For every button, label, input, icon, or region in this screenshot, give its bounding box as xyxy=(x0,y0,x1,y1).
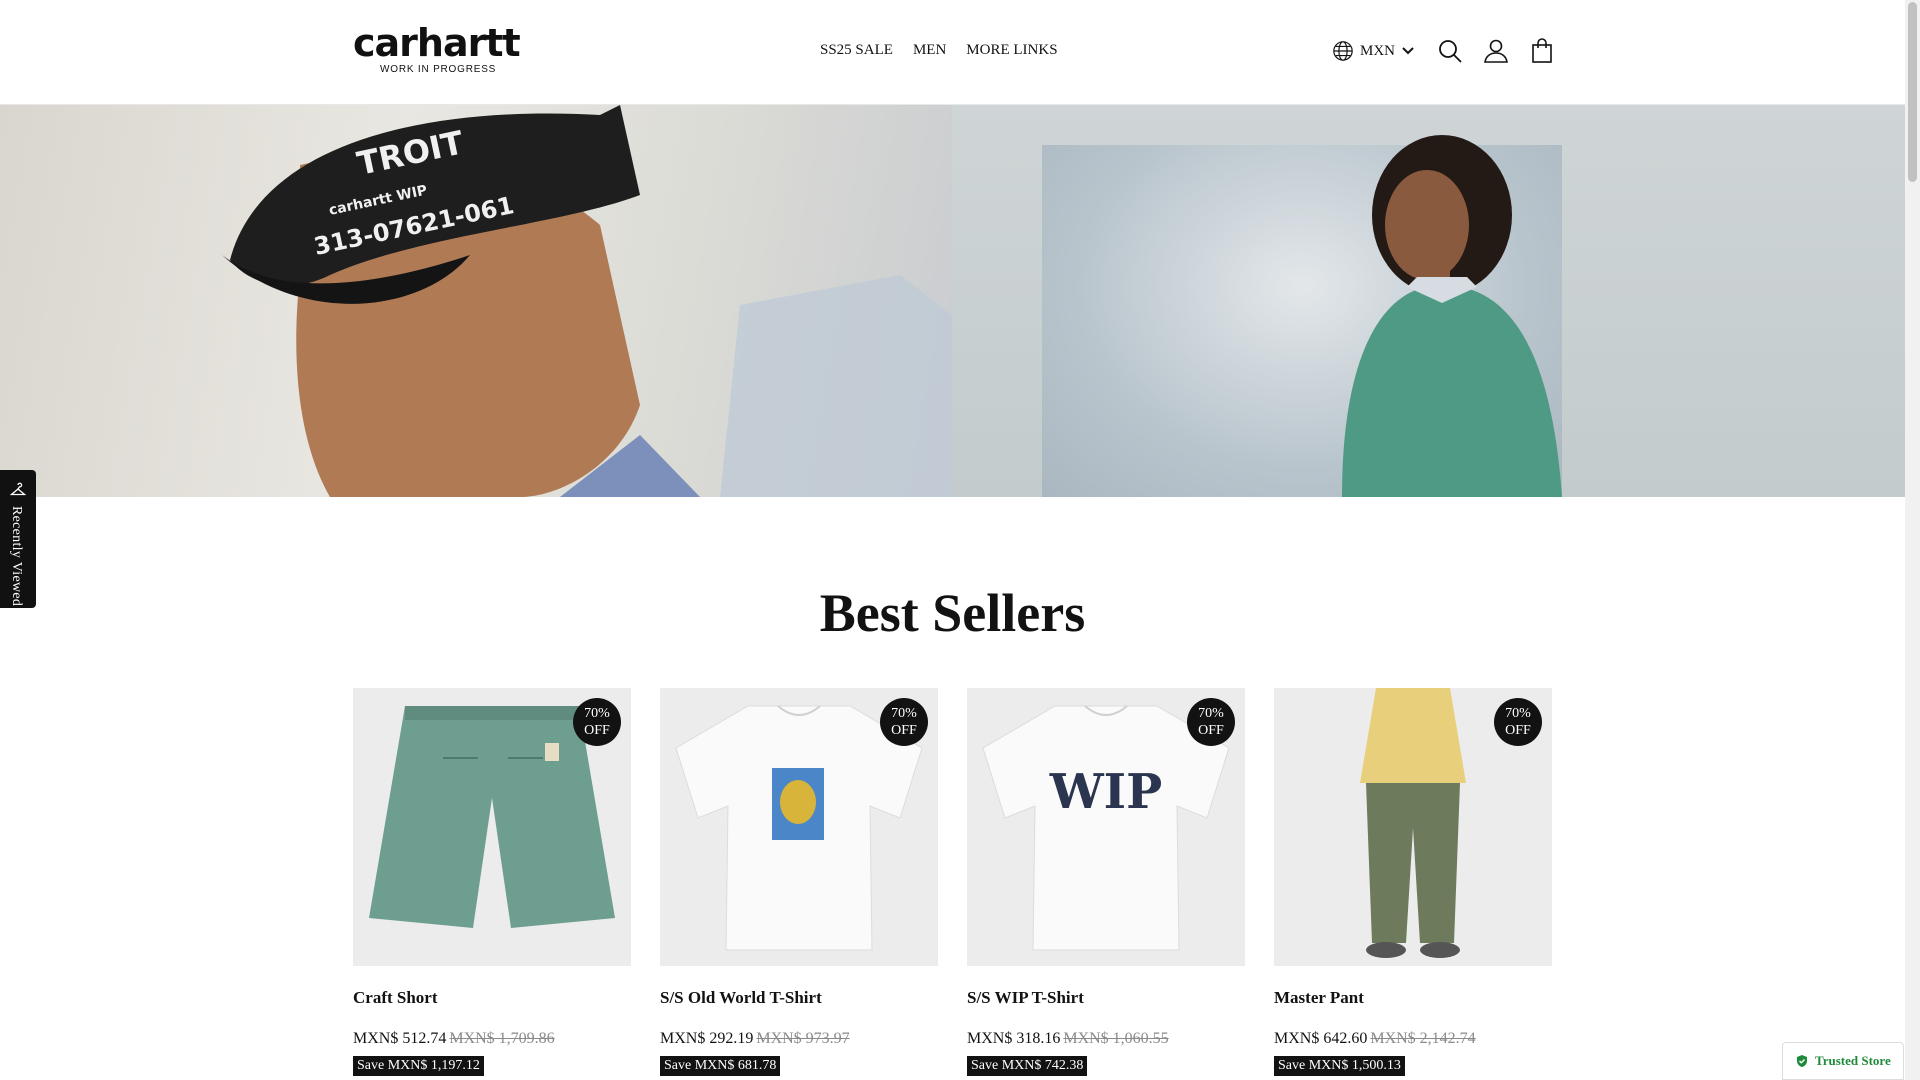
product-image[interactable]: 70% OFF xyxy=(1274,688,1552,966)
sale-price: MXN$ 292.19 xyxy=(660,1030,754,1047)
compare-price: MXN$ 1,060.55 xyxy=(1063,1030,1169,1047)
product-name[interactable]: Craft Short xyxy=(353,988,631,1008)
product-name[interactable]: S/S Old World T-Shirt xyxy=(660,988,938,1008)
price-row: MXN$ 292.19 MXN$ 973.97 xyxy=(660,1030,938,1048)
hanger-icon xyxy=(10,482,26,496)
badge-off: OFF xyxy=(584,723,610,738)
currency-label: MXN xyxy=(1360,42,1396,59)
badge-percent: 70% xyxy=(891,706,917,721)
discount-badge: 70% OFF xyxy=(1494,698,1542,746)
badge-off: OFF xyxy=(1198,723,1224,738)
hero-banner[interactable]: TROIT carhartt WIP 313-07621-061 xyxy=(0,105,1905,497)
save-badge: Save MXN$ 1,197.12 xyxy=(353,1056,484,1076)
product-card[interactable]: 70% OFF Master Pant MXN$ 642.60 MXN$ 2,14… xyxy=(1274,688,1552,1076)
compare-price: MXN$ 973.97 xyxy=(756,1030,850,1047)
discount-badge: 70% OFF xyxy=(1187,698,1235,746)
nav-link-ss25-sale[interactable]: SS25 SALE xyxy=(820,42,893,59)
site-header: carhartt WORK IN PROGRESS SS25 SALE MEN … xyxy=(0,0,1905,105)
logo-wordmark: carhartt xyxy=(353,21,521,65)
sale-price: MXN$ 512.74 xyxy=(353,1030,447,1047)
main-nav: SS25 SALE MEN MORE LINKS xyxy=(820,42,1058,59)
search-icon[interactable] xyxy=(1437,38,1463,64)
product-image[interactable]: WIP 70% OFF xyxy=(967,688,1245,966)
hero-image-left: TROIT carhartt WIP 313-07621-061 xyxy=(0,105,952,497)
globe-icon xyxy=(1333,41,1353,61)
price-row: MXN$ 512.74 MXN$ 1,709.86 xyxy=(353,1030,631,1048)
page-scrollbar[interactable] xyxy=(1905,0,1920,1080)
currency-selector[interactable]: MXN xyxy=(1332,40,1415,62)
badge-percent: 70% xyxy=(1198,706,1224,721)
sale-price: MXN$ 318.16 xyxy=(967,1030,1061,1047)
badge-off: OFF xyxy=(1505,723,1531,738)
save-badge: Save MXN$ 742.38 xyxy=(967,1056,1088,1076)
account-icon[interactable] xyxy=(1483,38,1509,64)
carhartt-logo[interactable]: carhartt WORK IN PROGRESS xyxy=(353,24,533,76)
best-sellers-heading: Best Sellers xyxy=(819,583,1086,643)
cart-icon[interactable] xyxy=(1529,38,1555,64)
product-name[interactable]: S/S WIP T-Shirt xyxy=(967,988,1245,1008)
nav-link-more-links[interactable]: MORE LINKS xyxy=(966,42,1057,59)
compare-price: MXN$ 1,709.86 xyxy=(449,1030,555,1047)
price-row: MXN$ 642.60 MXN$ 2,142.74 xyxy=(1274,1030,1552,1048)
product-card[interactable]: 70% OFF Craft Short MXN$ 512.74 MXN$ 1,70… xyxy=(353,688,631,1076)
badge-percent: 70% xyxy=(584,706,610,721)
hero-image-right xyxy=(952,105,1905,497)
sale-price: MXN$ 642.60 xyxy=(1274,1030,1368,1047)
nav-link-men[interactable]: MEN xyxy=(913,42,946,59)
discount-badge: 70% OFF xyxy=(880,698,928,746)
product-image[interactable]: 70% OFF xyxy=(353,688,631,966)
product-card[interactable]: 70% OFF S/S Old World T-Shirt MXN$ 292.1… xyxy=(660,688,938,1076)
hero-photo-woman xyxy=(1342,135,1562,497)
badge-off: OFF xyxy=(891,723,917,738)
logo-tagline: WORK IN PROGRESS xyxy=(380,64,497,75)
discount-badge: 70% OFF xyxy=(573,698,621,746)
trusted-store-badge[interactable]: Trusted Store xyxy=(1782,1042,1904,1080)
save-badge: Save MXN$ 681.78 xyxy=(660,1056,781,1076)
product-card[interactable]: WIP 70% OFF S/S WIP T-Shirt MXN$ 318.16 M… xyxy=(967,688,1245,1076)
hero-photo-man: TROIT carhartt WIP 313-07621-061 xyxy=(222,105,952,497)
product-image[interactable]: 70% OFF xyxy=(660,688,938,966)
chevron-down-icon xyxy=(1402,47,1414,55)
product-name[interactable]: Master Pant xyxy=(1274,988,1552,1008)
shield-check-icon xyxy=(1797,1055,1807,1067)
price-row: MXN$ 318.16 MXN$ 1,060.55 xyxy=(967,1030,1245,1048)
scrollbar-thumb[interactable] xyxy=(1908,2,1917,182)
badge-percent: 70% xyxy=(1505,706,1531,721)
compare-price: MXN$ 2,142.74 xyxy=(1370,1030,1476,1047)
save-badge: Save MXN$ 1,500.13 xyxy=(1274,1056,1405,1076)
trusted-store-label: Trusted Store xyxy=(1815,1053,1891,1068)
svg-text:WIP: WIP xyxy=(1049,764,1162,820)
